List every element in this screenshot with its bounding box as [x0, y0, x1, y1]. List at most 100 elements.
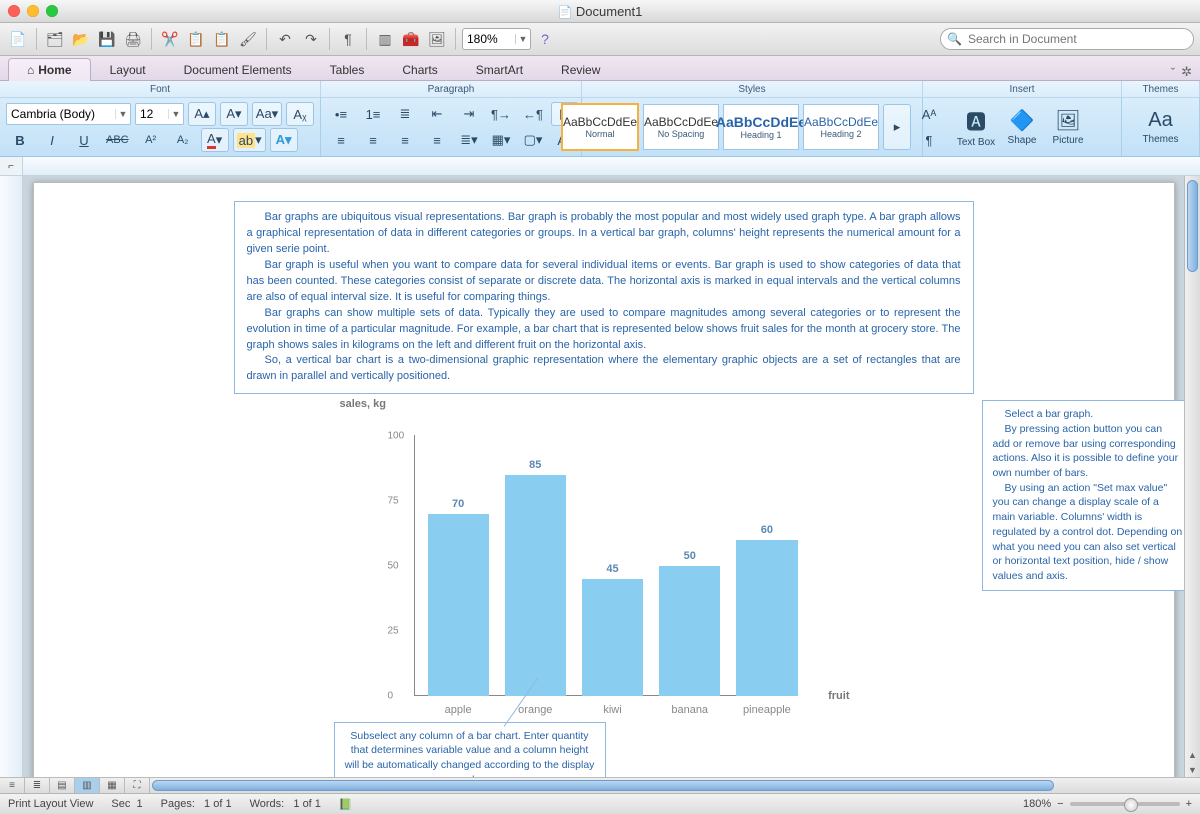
- ribbon-settings-icon[interactable]: ✲: [1181, 64, 1192, 80]
- callout-right[interactable]: Select a bar graph.By pressing action bu…: [982, 400, 1185, 590]
- view-fullscreen-icon[interactable]: ⛶: [125, 778, 150, 793]
- bar-column[interactable]: 60pineapple: [736, 540, 797, 696]
- bullets-icon[interactable]: •≡: [327, 102, 355, 126]
- show-marks-icon[interactable]: ¶: [336, 27, 360, 51]
- zoom-slider[interactable]: [1070, 802, 1180, 806]
- view-publishing-icon[interactable]: ▤: [50, 778, 75, 793]
- indent-left-icon[interactable]: ⇤: [423, 102, 451, 126]
- collapse-ribbon-icon[interactable]: ˇ: [1171, 65, 1175, 80]
- chevron-down-icon[interactable]: ▼: [115, 109, 130, 119]
- search-input[interactable]: [966, 31, 1187, 47]
- style-no-spacing[interactable]: AaBbCcDdEeNo Spacing: [643, 104, 719, 150]
- tab-home[interactable]: ⌂ Home: [8, 58, 91, 81]
- tab-smartart[interactable]: SmartArt: [457, 58, 542, 81]
- text-effects-icon[interactable]: A▾: [270, 128, 298, 152]
- italic-button[interactable]: I: [38, 128, 66, 152]
- spellcheck-icon[interactable]: 📗: [339, 798, 353, 811]
- paste-icon[interactable]: 📋: [210, 27, 234, 51]
- redo-icon[interactable]: ↷: [299, 27, 323, 51]
- numbering-icon[interactable]: 1≡: [359, 102, 387, 126]
- bar[interactable]: 70: [428, 514, 489, 696]
- font-color-icon[interactable]: A▾: [201, 128, 229, 152]
- shrink-font-icon[interactable]: A▾: [220, 102, 248, 126]
- bar-chart[interactable]: sales, kg fruit 0255075100 70apple85oran…: [384, 406, 814, 696]
- vertical-scrollbar[interactable]: ▲ ▼: [1184, 176, 1200, 777]
- styles-scroll-icon[interactable]: ▸: [883, 104, 911, 150]
- bold-button[interactable]: B: [6, 128, 34, 152]
- view-notebook-icon[interactable]: ▦: [100, 778, 125, 793]
- borders-icon[interactable]: ▢▾: [519, 128, 547, 152]
- subscript-button[interactable]: A₂: [169, 128, 197, 152]
- zoom-in-icon[interactable]: +: [1186, 798, 1192, 810]
- new-template-icon[interactable]: 🗂: [43, 27, 67, 51]
- zoom-combo[interactable]: ▼: [462, 28, 531, 50]
- indent-right-icon[interactable]: ⇥: [455, 102, 483, 126]
- font-size-combo[interactable]: ▼: [135, 103, 184, 125]
- toolbox-icon[interactable]: 🧰: [399, 27, 423, 51]
- horizontal-scrollbar[interactable]: ≡ ≣ ▤ ▥ ▦ ⛶: [0, 777, 1200, 793]
- style-heading1[interactable]: AaBbCcDdEeHeading 1: [723, 104, 799, 150]
- tab-charts[interactable]: Charts: [383, 58, 456, 81]
- search-box[interactable]: 🔍: [940, 28, 1194, 50]
- ltr-icon[interactable]: ¶→: [487, 102, 515, 126]
- view-print-icon[interactable]: ▥: [75, 778, 100, 793]
- justify-icon[interactable]: ≡: [423, 128, 451, 152]
- tab-layout[interactable]: Layout: [91, 58, 165, 81]
- multilevel-icon[interactable]: ≣: [391, 102, 419, 126]
- view-draft-icon[interactable]: ≡: [0, 778, 25, 793]
- print-icon[interactable]: 🖨: [121, 27, 145, 51]
- superscript-button[interactable]: A²: [137, 128, 165, 152]
- tab-document-elements[interactable]: Document Elements: [165, 58, 311, 81]
- save-icon[interactable]: 💾: [95, 27, 119, 51]
- gallery-icon[interactable]: 🖼: [425, 27, 449, 51]
- new-doc-icon[interactable]: 📄: [6, 27, 30, 51]
- font-name-combo[interactable]: ▼: [6, 103, 131, 125]
- rtl-icon[interactable]: ←¶: [519, 102, 547, 126]
- bar[interactable]: 50: [659, 566, 720, 696]
- underline-button[interactable]: U: [70, 128, 98, 152]
- align-right-icon[interactable]: ≡: [391, 128, 419, 152]
- scroll-down-icon[interactable]: ▼: [1185, 762, 1200, 777]
- help-icon[interactable]: ?: [533, 27, 557, 51]
- hscroll-thumb[interactable]: [152, 780, 1054, 791]
- sidebar-icon[interactable]: ▥: [373, 27, 397, 51]
- tab-review[interactable]: Review: [542, 58, 619, 81]
- insert-picture-button[interactable]: 🖼Picture: [1045, 101, 1091, 153]
- change-case-icon[interactable]: Aa▾: [252, 102, 282, 126]
- zoom-input[interactable]: [463, 32, 515, 46]
- themes-button[interactable]: AaThemes: [1138, 101, 1184, 153]
- style-normal[interactable]: AaBbCcDdEeNormal: [561, 103, 639, 151]
- undo-icon[interactable]: ↶: [273, 27, 297, 51]
- clear-format-icon[interactable]: Aᵪ: [286, 102, 314, 126]
- tab-selector-icon[interactable]: ⌐: [0, 157, 23, 175]
- format-painter-icon[interactable]: 🖌: [236, 27, 260, 51]
- scroll-up-icon[interactable]: ▲: [1185, 747, 1200, 762]
- callout-bottom[interactable]: Subselect any column of a bar chart. Ent…: [334, 722, 606, 777]
- font-size-input[interactable]: [136, 107, 168, 121]
- bar[interactable]: 60: [736, 540, 797, 696]
- bar[interactable]: 85: [505, 475, 566, 696]
- highlight-icon[interactable]: ab▾: [233, 128, 266, 152]
- zoom-out-icon[interactable]: −: [1057, 798, 1063, 810]
- view-outline-icon[interactable]: ≣: [25, 778, 50, 793]
- horizontal-ruler[interactable]: ⌐: [0, 157, 1200, 176]
- cut-icon[interactable]: ✂️: [158, 27, 182, 51]
- document-canvas[interactable]: Bar graphs are ubiquitous visual represe…: [23, 176, 1184, 777]
- bar-column[interactable]: 85orange: [505, 475, 566, 696]
- grow-font-icon[interactable]: A▴: [188, 102, 216, 126]
- line-spacing-icon[interactable]: ≣▾: [455, 128, 483, 152]
- scrollbar-thumb[interactable]: [1187, 180, 1198, 272]
- tab-tables[interactable]: Tables: [311, 58, 384, 81]
- zoom-dropdown-icon[interactable]: ▼: [515, 34, 530, 44]
- intro-textbox[interactable]: Bar graphs are ubiquitous visual represe…: [234, 201, 974, 394]
- shading-icon[interactable]: ▦▾: [487, 128, 515, 152]
- bar-column[interactable]: 45kiwi: [582, 579, 643, 696]
- open-icon[interactable]: 📂: [69, 27, 93, 51]
- zoom-slider-knob[interactable]: [1124, 798, 1138, 812]
- align-left-icon[interactable]: ≡: [327, 128, 355, 152]
- bar-column[interactable]: 70apple: [428, 514, 489, 696]
- insert-shape-button[interactable]: 🔷Shape: [999, 101, 1045, 153]
- copy-icon[interactable]: 📋: [184, 27, 208, 51]
- font-name-input[interactable]: [7, 107, 115, 121]
- bar-column[interactable]: 50banana: [659, 566, 720, 696]
